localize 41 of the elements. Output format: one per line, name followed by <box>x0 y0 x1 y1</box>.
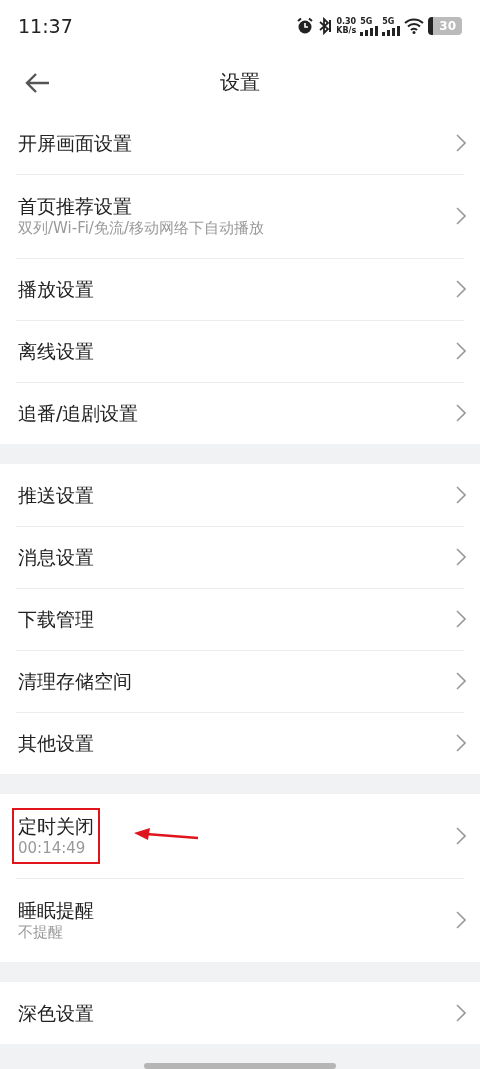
item-title: 播放设置 <box>18 276 94 302</box>
item-title: 其他设置 <box>18 730 94 756</box>
status-time: 11:37 <box>18 13 73 39</box>
item-title: 开屏画面设置 <box>18 130 132 156</box>
network-type: 5G <box>382 16 395 26</box>
chevron-icon <box>456 1004 466 1022</box>
chevron-icon <box>456 734 466 752</box>
chevron-icon <box>456 827 466 845</box>
item-subtitle: 不提醒 <box>18 922 64 943</box>
wifi-icon <box>404 18 425 34</box>
bluetooth-icon <box>318 17 333 35</box>
speed-value: 0.30 <box>336 17 357 26</box>
chevron-icon <box>456 911 466 929</box>
item-subtitle: 双列/Wi-Fi/免流/移动网络下自动播放 <box>18 218 264 239</box>
item-title: 离线设置 <box>18 338 94 364</box>
chevron-icon <box>456 404 466 422</box>
item-subtitle: 00:14:49 <box>18 838 87 859</box>
chevron-icon <box>456 134 466 152</box>
chevron-icon <box>456 207 466 225</box>
item-title: 定时关闭 <box>18 813 94 839</box>
item-title: 推送设置 <box>18 482 94 508</box>
speed-unit: KB/s <box>336 26 357 35</box>
item-title: 清理存储空间 <box>18 668 132 694</box>
chevron-icon <box>456 672 466 690</box>
signal-icon <box>360 25 379 36</box>
chevron-icon <box>456 548 466 566</box>
alarm-icon <box>296 17 315 35</box>
item-title: 下载管理 <box>18 606 94 632</box>
chevron-icon <box>456 610 466 628</box>
item-title: 消息设置 <box>18 544 94 570</box>
chevron-icon <box>456 280 466 298</box>
chevron-icon <box>456 486 466 504</box>
item-title: 睡眠提醒 <box>18 897 94 923</box>
item-title: 首页推荐设置 <box>18 193 133 219</box>
item-title: 追番/追剧设置 <box>18 400 139 426</box>
item-title: 深色设置 <box>18 1000 94 1026</box>
chevron-icon <box>456 342 466 360</box>
page-title: 设置 <box>220 69 260 96</box>
network-type: 5G <box>360 16 373 26</box>
battery-indicator: 30 <box>428 17 462 35</box>
signal-icon <box>382 25 401 36</box>
